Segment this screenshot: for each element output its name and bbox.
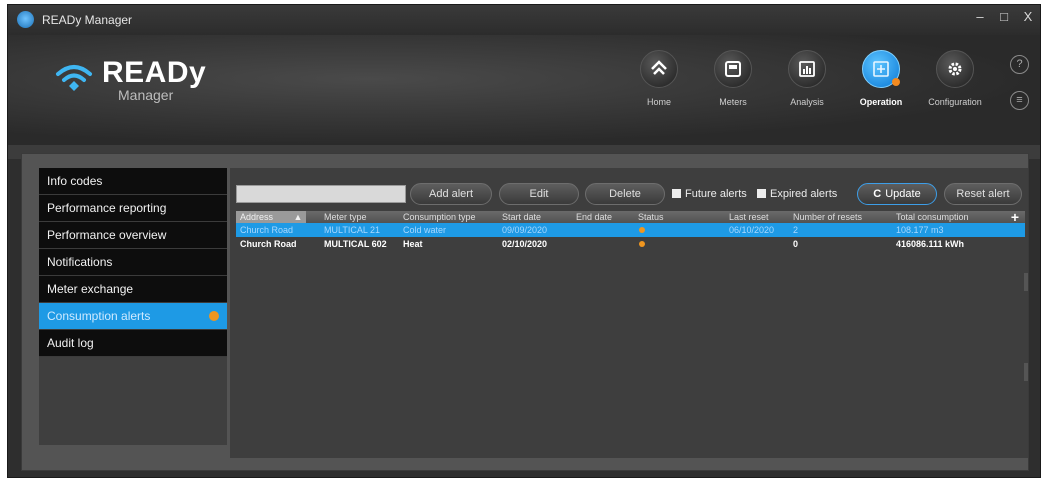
- update-label: Update: [885, 188, 921, 200]
- table-header: Address ▲ Meter type Consumption type St…: [236, 209, 1025, 225]
- delete-button[interactable]: Delete: [585, 183, 665, 205]
- column-header-consumption-type[interactable]: Consumption type: [403, 211, 476, 223]
- cell-number-of-resets: 2: [793, 225, 799, 235]
- cell-total-consumption: 108.177 m3: [896, 225, 944, 235]
- sort-arrow-icon: ▲: [293, 212, 303, 222]
- column-header-meter-type[interactable]: Meter type: [324, 211, 367, 223]
- sidebar-item-notifications[interactable]: Notifications: [39, 249, 227, 276]
- reset-alert-button[interactable]: Reset alert: [944, 183, 1022, 205]
- cell-total-consumption: 416086.111 kWh: [896, 239, 965, 249]
- search-input[interactable]: [236, 185, 406, 203]
- nav-analysis[interactable]: Analysis: [774, 50, 840, 107]
- nav-meters[interactable]: Meters: [700, 50, 766, 107]
- nav-meters-label: Meters: [719, 97, 747, 107]
- scrollbar-marker[interactable]: [1024, 363, 1028, 381]
- column-header-number-of-resets[interactable]: Number of resets: [793, 211, 862, 223]
- meter-icon: [714, 50, 752, 88]
- column-header-address[interactable]: Address ▲: [236, 211, 307, 223]
- future-alerts-label: Future alerts: [685, 188, 747, 200]
- column-header-last-reset[interactable]: Last reset: [729, 211, 769, 223]
- title-bar: READy Manager – □ X: [8, 5, 1040, 35]
- future-alerts-checkbox[interactable]: Future alerts: [672, 188, 747, 200]
- refresh-icon: C: [873, 188, 882, 200]
- operation-badge: [892, 78, 900, 86]
- expired-alerts-label: Expired alerts: [770, 188, 838, 200]
- cell-meter-type: MULTICAL 21: [324, 225, 381, 235]
- home-icon: [640, 50, 678, 88]
- cell-meter-type: MULTICAL 602: [324, 239, 387, 249]
- table-row[interactable]: Church Road MULTICAL 21 Cold water 09/09…: [236, 223, 1025, 237]
- nav-home-label: Home: [646, 97, 671, 107]
- nav-configuration[interactable]: Configuration: [922, 50, 988, 107]
- nav-home[interactable]: Home: [626, 50, 692, 107]
- expired-alerts-checkbox[interactable]: Expired alerts: [757, 188, 837, 200]
- alerts-table: Address ▲ Meter type Consumption type St…: [236, 209, 1025, 251]
- cell-consumption-type: Cold water: [403, 225, 447, 235]
- maximize-button[interactable]: □: [992, 9, 1016, 24]
- window-title: READy Manager: [42, 13, 133, 27]
- sidebar: Info codes Performance reporting Perform…: [39, 168, 227, 445]
- alerts-content: Add alert Edit Delete Future alerts Expi…: [230, 168, 1028, 458]
- expired-alerts-box: [757, 189, 766, 198]
- column-header-end-date[interactable]: End date: [576, 211, 612, 223]
- update-button[interactable]: C Update: [857, 183, 937, 205]
- column-header-total-consumption[interactable]: Total consumption: [896, 211, 969, 223]
- nav-analysis-label: Analysis: [790, 97, 824, 107]
- gear-icon: [936, 50, 974, 88]
- sidebar-item-performance-reporting[interactable]: Performance reporting: [39, 195, 227, 222]
- close-button[interactable]: X: [1016, 9, 1040, 24]
- nav-operation[interactable]: Operation: [848, 50, 914, 107]
- logo-subtitle: Manager: [118, 87, 174, 103]
- cell-address: Church Road: [240, 239, 297, 249]
- app-window: READy Manager – □ X READy Manager Home M…: [7, 4, 1041, 478]
- column-header-label: Address: [240, 212, 274, 222]
- cell-last-reset: 06/10/2020: [729, 225, 775, 235]
- sidebar-item-info-codes[interactable]: Info codes: [39, 168, 227, 195]
- sidebar-item-audit-log[interactable]: Audit log: [39, 330, 227, 357]
- sidebar-empty-area: [39, 357, 227, 445]
- cell-address: Church Road: [240, 225, 294, 235]
- app-icon: [17, 11, 34, 28]
- sidebar-item-performance-overview[interactable]: Performance overview: [39, 222, 227, 249]
- alert-badge: [209, 311, 219, 321]
- operation-icon: [862, 50, 900, 88]
- main-panel: Info codes Performance reporting Perform…: [21, 153, 1029, 471]
- status-dot-icon: [639, 241, 645, 247]
- cell-start-date: 09/09/2020: [502, 225, 548, 235]
- sidebar-item-consumption-alerts[interactable]: Consumption alerts: [39, 303, 227, 330]
- cell-start-date: 02/10/2020: [502, 239, 548, 249]
- help-icon[interactable]: ?: [1010, 55, 1029, 74]
- logo-title: READy: [102, 56, 207, 89]
- minimize-button[interactable]: –: [968, 9, 992, 24]
- wifi-logo-icon: [56, 65, 92, 91]
- table-row[interactable]: Church Road MULTICAL 602 Heat 02/10/2020…: [236, 237, 1025, 251]
- cell-consumption-type: Heat: [403, 239, 423, 249]
- sidebar-item-label: Consumption alerts: [47, 309, 151, 323]
- nav-configuration-label: Configuration: [928, 97, 982, 107]
- add-alert-button[interactable]: Add alert: [410, 183, 492, 205]
- nav-operation-label: Operation: [859, 97, 903, 107]
- sidebar-item-meter-exchange[interactable]: Meter exchange: [39, 276, 227, 303]
- column-header-start-date[interactable]: Start date: [502, 211, 541, 223]
- chat-icon[interactable]: ≡: [1010, 91, 1029, 110]
- edit-button[interactable]: Edit: [499, 183, 579, 205]
- future-alerts-box: [672, 189, 681, 198]
- status-dot-icon: [639, 227, 645, 233]
- cell-number-of-resets: 0: [793, 239, 799, 249]
- column-header-status[interactable]: Status: [638, 211, 664, 223]
- analysis-icon: [788, 50, 826, 88]
- scrollbar-marker[interactable]: [1024, 273, 1028, 291]
- app-header: READy Manager Home Meters Analysis Opera…: [8, 35, 1040, 145]
